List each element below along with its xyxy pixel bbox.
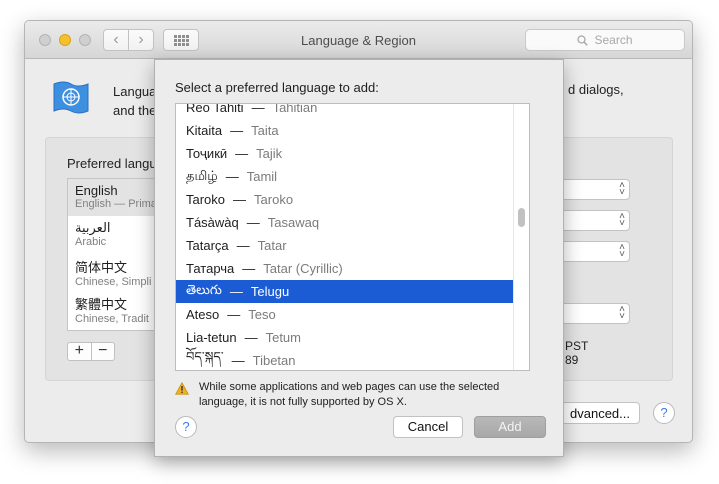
language-row[interactable]: Татарча — Tatar (Cyrillic): [176, 257, 529, 280]
separator-dash: —: [242, 261, 256, 276]
language-native-name: Reo Tahiti: [186, 103, 244, 115]
language-english-name: Tetum: [265, 330, 301, 345]
language-rows: Reo Tahiti — Tahitian Kitaita — Taita Тоҷикӣ — T…: [176, 103, 529, 370]
separator-dash: —: [231, 353, 245, 368]
language-english-name: Tatar (Cyrillic): [263, 261, 343, 276]
language-row[interactable]: Ateso — Teso: [176, 303, 529, 326]
add-language-sheet: Select a preferred language to add: Reo …: [154, 59, 564, 457]
language-item[interactable]: 简体中文 Chinese, Simpli: [68, 253, 166, 290]
sheet-help-button[interactable]: ?: [175, 416, 197, 438]
separator-dash: —: [246, 215, 260, 230]
separator-dash: —: [227, 307, 241, 322]
add-button[interactable]: Add: [474, 416, 546, 438]
separator-dash: —: [225, 169, 239, 184]
language-english-name: Taroko: [254, 192, 294, 207]
sheet-title: Select a preferred language to add:: [175, 80, 379, 95]
language-native-name: Ateso: [186, 307, 220, 322]
language-english-name: Tamil: [246, 169, 278, 184]
language-native-name: தமிழ்: [186, 168, 218, 183]
header-description-right: d dialogs,: [568, 82, 624, 97]
add-language-button[interactable]: +: [68, 343, 91, 360]
separator-dash: —: [251, 103, 265, 115]
search-placeholder: Search: [594, 33, 633, 47]
language-english-name: Tahitian: [272, 103, 318, 115]
language-item[interactable]: 繁體中文 Chinese, Tradit: [68, 290, 166, 327]
language-item[interactable]: English English — Prima: [68, 179, 166, 216]
language-english-name: Taita: [251, 123, 279, 138]
header-line-2: and the: [113, 103, 157, 118]
titlebar: ‹ › Language & Region Search: [25, 21, 692, 59]
up-down-chevron-icon: ˄ ˅: [619, 211, 625, 229]
unsupported-language-warning: While some applications and web pages ca…: [199, 381, 500, 408]
header-description: Langua and the: [113, 82, 156, 120]
language-english-name: Tasawaq: [267, 215, 320, 230]
preferred-languages-label: Preferred langu: [67, 156, 157, 171]
separator-dash: —: [236, 238, 250, 253]
language-row[interactable]: བོད་སྐད་ — Tibetan: [176, 349, 529, 370]
language-row[interactable]: Kitaita — Taita: [176, 119, 529, 142]
number-format-preview: 89: [565, 353, 579, 367]
separator-dash: —: [233, 192, 247, 207]
language-row[interactable]: Taroko — Taroko: [176, 188, 529, 211]
separator-dash: —: [235, 146, 249, 161]
language-english-name: Tibetan: [252, 353, 296, 368]
search-icon: [577, 34, 589, 46]
header-line-1: Langua: [113, 84, 157, 99]
language-english-name: Teso: [248, 307, 276, 322]
language-choice-list[interactable]: Reo Tahiti — Tahitian Kitaita — Taita Тоҷикӣ — T…: [175, 103, 530, 371]
language-native-name: Tásàwàq: [186, 215, 239, 230]
preferred-languages-list[interactable]: English English — Prima العربية Arabic 简…: [67, 178, 167, 331]
language-item[interactable]: العربية Arabic: [68, 216, 166, 253]
scroll-thumb[interactable]: [518, 208, 525, 227]
language-english-name: Tatar: [257, 238, 287, 253]
language-row[interactable]: Тоҷикӣ — Tajik: [176, 142, 529, 165]
un-flag-icon: [53, 81, 89, 114]
separator-dash: —: [229, 284, 243, 299]
up-down-chevron-icon: ˄ ˅: [619, 180, 625, 198]
scrollbar[interactable]: [513, 104, 529, 370]
language-row[interactable]: Lia-tetun — Tetum: [176, 326, 529, 349]
separator-dash: —: [230, 123, 244, 138]
up-down-chevron-icon: ˄ ˅: [619, 242, 625, 260]
language-native-name: Тоҷикӣ: [186, 146, 228, 161]
language-english-name: Tajik: [256, 146, 283, 161]
help-button[interactable]: ?: [653, 402, 675, 424]
language-native-name: བོད་སྐད་: [186, 349, 224, 364]
separator-dash: —: [244, 330, 258, 345]
language-native-name: తెలుగు: [186, 282, 222, 297]
add-remove-control: + −: [67, 342, 115, 361]
language-row[interactable]: தமிழ் — Tamil: [176, 165, 529, 188]
time-format-preview: PST: [565, 339, 589, 353]
search-field[interactable]: Search: [525, 29, 685, 51]
language-native-name: Kitaita: [186, 123, 223, 138]
language-row[interactable]: తెలుగు — Telugu: [176, 280, 529, 303]
language-native-name: Tatarça: [186, 238, 229, 253]
up-down-chevron-icon: ˄ ˅: [619, 304, 625, 322]
language-row[interactable]: Reo Tahiti — Tahitian: [176, 103, 529, 119]
warning-triangle-icon: [175, 382, 189, 395]
remove-language-button[interactable]: −: [90, 343, 115, 360]
language-row[interactable]: Tatarça — Tatar: [176, 234, 529, 257]
language-row[interactable]: Tásàwàq — Tasawaq: [176, 211, 529, 234]
language-native-name: Татарча: [186, 261, 235, 276]
cancel-button[interactable]: Cancel: [393, 416, 463, 438]
language-english-name: Telugu: [250, 284, 290, 299]
language-native-name: Taroko: [186, 192, 226, 207]
